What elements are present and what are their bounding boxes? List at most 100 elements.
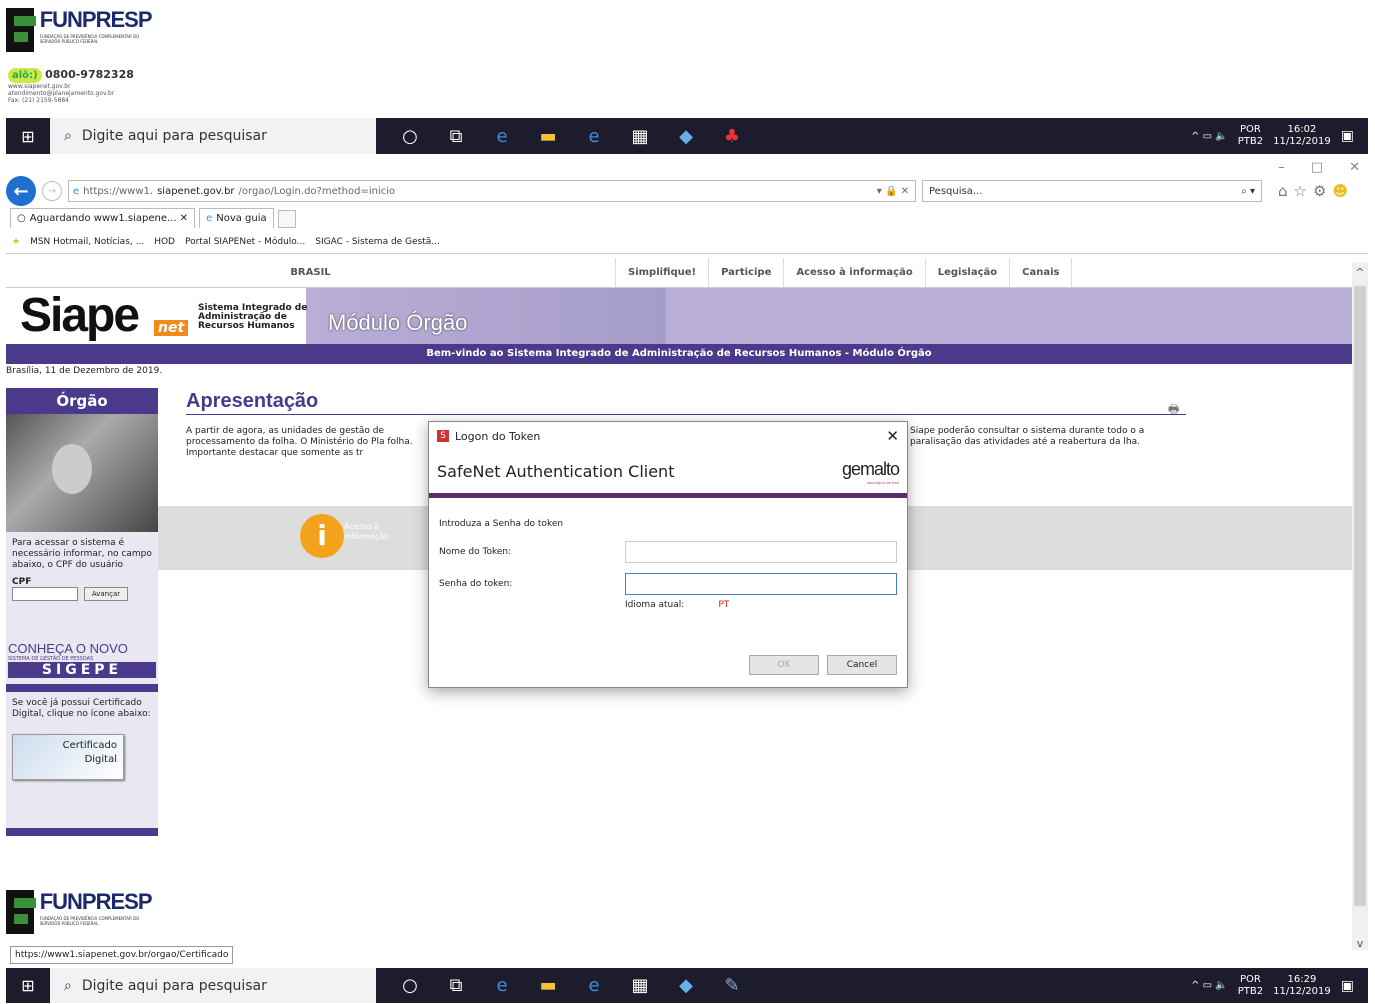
- clock-date[interactable]: 11/12/2019: [1273, 136, 1331, 148]
- fav-sigac[interactable]: SIGAC - Sistema de Gestã...: [315, 237, 440, 247]
- taskbar-search[interactable]: ⌕ Digite aqui para pesquisar: [50, 118, 376, 154]
- contact-fax: Fax: (21) 2159-5884: [8, 97, 69, 104]
- notification-icon[interactable]: ▣: [1341, 128, 1354, 144]
- funpresp-logo-tagline: FUNDAÇÃO DE PREVIDÊNCIA COMPLEMENTAR DO …: [39, 916, 140, 926]
- title-underline: [186, 414, 1186, 415]
- page-scrollbar[interactable]: ^ v: [1352, 262, 1368, 950]
- url-domain: siapenet.gov.br: [157, 185, 235, 197]
- clock-time[interactable]: 16:02: [1273, 124, 1331, 136]
- taskbar-search-text: Digite aqui para pesquisar: [81, 128, 267, 144]
- home-icon[interactable]: ⌂: [1278, 182, 1288, 200]
- ok-button[interactable]: OK: [749, 655, 819, 675]
- browser-navbar: ← → e https://www1. siapenet.gov.br/orgao…: [6, 176, 1368, 206]
- fav-msn[interactable]: MSN Hotmail, Notícias, ...: [30, 237, 144, 247]
- edge-icon[interactable]: e: [490, 126, 514, 147]
- close-window-icon[interactable]: ✕: [1349, 160, 1360, 176]
- calculator-icon[interactable]: ▦: [628, 126, 652, 147]
- minimize-icon[interactable]: –: [1278, 160, 1285, 176]
- certificado-digital-button[interactable]: Certificado Digital: [12, 734, 124, 780]
- sidebar-photo: [6, 414, 158, 532]
- cpf-label: CPF: [12, 577, 32, 587]
- funpresp-logo: FUNPRESP FUNDAÇÃO DE PREVIDÊNCIA COMPLEM…: [6, 8, 156, 64]
- token-name-input[interactable]: [625, 541, 897, 563]
- avancar-button[interactable]: Avançar: [84, 587, 128, 601]
- favorites-star-icon[interactable]: ☆: [1294, 182, 1307, 200]
- cert-instructions: Se você já possui Certificado Digital, c…: [12, 698, 151, 719]
- address-bar[interactable]: e https://www1. siapenet.gov.br/orgao/Log…: [68, 180, 916, 202]
- sigepe-banner[interactable]: CONHEÇA O NOVO SISTEMA DE GESTÃO DE PESS…: [6, 641, 158, 678]
- taskbar-top: ⊞ ⌕ Digite aqui para pesquisar ○ ⧉ e ▬ e …: [6, 118, 1368, 154]
- menu-canais[interactable]: Canais: [1010, 258, 1073, 287]
- module-title: Módulo Órgão: [328, 310, 468, 335]
- menu-brasil[interactable]: BRASIL: [6, 258, 616, 287]
- windows-start-icon[interactable]: ⊞: [6, 968, 50, 1004]
- tab-new-guide[interactable]: e Nova guia: [199, 208, 274, 228]
- menu-legislacao[interactable]: Legislação: [926, 258, 1011, 287]
- lang-code[interactable]: POR: [1238, 974, 1263, 986]
- calculator-icon[interactable]: ▦: [628, 975, 652, 996]
- keyboard-layout[interactable]: PTB2: [1238, 136, 1263, 148]
- task-view-icon[interactable]: ⧉: [444, 126, 468, 147]
- settings-gear-icon[interactable]: ⚙: [1313, 182, 1326, 200]
- file-explorer-icon[interactable]: ▬: [536, 126, 560, 147]
- back-button[interactable]: ←: [6, 176, 36, 206]
- paint-icon[interactable]: ✎: [720, 975, 744, 996]
- task-view-icon[interactable]: ⧉: [444, 975, 468, 996]
- intro-text-right: Siape poderão consultar o sistema durant…: [910, 426, 1145, 447]
- scroll-up-icon[interactable]: ^: [1352, 266, 1368, 279]
- alo-badge: alô:): [8, 68, 42, 83]
- siape-sub-3: Recursos Humanos: [198, 321, 295, 331]
- print-icon[interactable]: 🖶: [1168, 400, 1179, 421]
- contact-block: alô:) 0800-9782328 www.siapenet.gov.br a…: [8, 68, 158, 108]
- dialog-close-icon[interactable]: ✕: [886, 427, 899, 445]
- window-controls: – □ ✕: [1240, 160, 1360, 176]
- keyboard-layout[interactable]: PTB2: [1238, 986, 1263, 998]
- tray-icons[interactable]: ^ ▭ 🔈: [1191, 980, 1228, 991]
- cert-label-1: Certificado: [62, 740, 117, 751]
- cpf-input[interactable]: [12, 587, 78, 601]
- menu-simplifique[interactable]: Simplifique!: [616, 258, 710, 287]
- cortana-icon[interactable]: ○: [398, 126, 422, 147]
- cancel-button[interactable]: Cancel: [827, 655, 897, 675]
- cortana-icon[interactable]: ○: [398, 975, 422, 996]
- lang-code[interactable]: POR: [1238, 124, 1263, 136]
- search-icon[interactable]: ⌕ ▾: [1241, 186, 1255, 197]
- status-url: https://www1.siapenet.gov.br/orgao/Certi…: [10, 946, 234, 964]
- tray-icons[interactable]: ^ ▭ 🔈: [1191, 131, 1228, 142]
- token-logon-dialog: S Logon do Token ✕ SafeNet Authenticatio…: [428, 421, 908, 688]
- browser-search[interactable]: Pesquisa... ⌕ ▾: [922, 180, 1262, 202]
- url-path: /orgao/Login.do?method=inicio: [238, 185, 396, 197]
- address-actions[interactable]: ▾ 🔒 ✕: [877, 186, 915, 197]
- info-icon[interactable]: i: [300, 514, 344, 558]
- menu-acesso[interactable]: Acesso à informação: [784, 258, 926, 287]
- maximize-icon[interactable]: □: [1311, 160, 1323, 176]
- file-explorer-icon[interactable]: ▬: [536, 975, 560, 996]
- app-icon[interactable]: ◆: [674, 975, 698, 996]
- fav-hod[interactable]: HOD: [154, 237, 175, 247]
- clock-time[interactable]: 16:29: [1273, 974, 1331, 986]
- funpresp-logo-name: FUNPRESP: [39, 889, 153, 914]
- safenet-icon[interactable]: ♣: [720, 126, 744, 147]
- token-password-input[interactable]: [625, 573, 897, 595]
- internet-explorer-icon[interactable]: e: [582, 975, 606, 996]
- scroll-thumb[interactable]: [1354, 286, 1366, 906]
- internet-explorer-icon[interactable]: e: [582, 126, 606, 147]
- fav-siapenet[interactable]: Portal SIAPENet - Módulo...: [185, 237, 305, 247]
- notification-icon[interactable]: ▣: [1341, 978, 1354, 994]
- scroll-down-icon[interactable]: v: [1352, 937, 1368, 950]
- info-label[interactable]: Acesso à informação: [344, 522, 404, 542]
- dialog-intro: Introduza a Senha do token: [439, 519, 564, 529]
- windows-start-icon[interactable]: ⊞: [6, 118, 50, 154]
- tab-loading[interactable]: ○ Aguardando www1.siapene... ✕: [10, 208, 196, 228]
- taskbar-search[interactable]: ⌕ Digite aqui para pesquisar: [50, 968, 376, 1003]
- forward-button[interactable]: →: [42, 181, 62, 201]
- edge-icon[interactable]: e: [490, 975, 514, 996]
- token-password-label: Senha do token:: [439, 579, 513, 589]
- new-tab-button[interactable]: [277, 210, 296, 228]
- smiley-icon[interactable]: ☻: [1332, 182, 1348, 200]
- clock-date[interactable]: 11/12/2019: [1273, 986, 1331, 998]
- taskbar-bottom: ⊞ ⌕ Digite aqui para pesquisar ○ ⧉ e ▬ e …: [6, 968, 1368, 1003]
- menu-participe[interactable]: Participe: [709, 258, 785, 287]
- favorites-icon[interactable]: ★: [12, 237, 20, 247]
- app-icon[interactable]: ◆: [674, 126, 698, 147]
